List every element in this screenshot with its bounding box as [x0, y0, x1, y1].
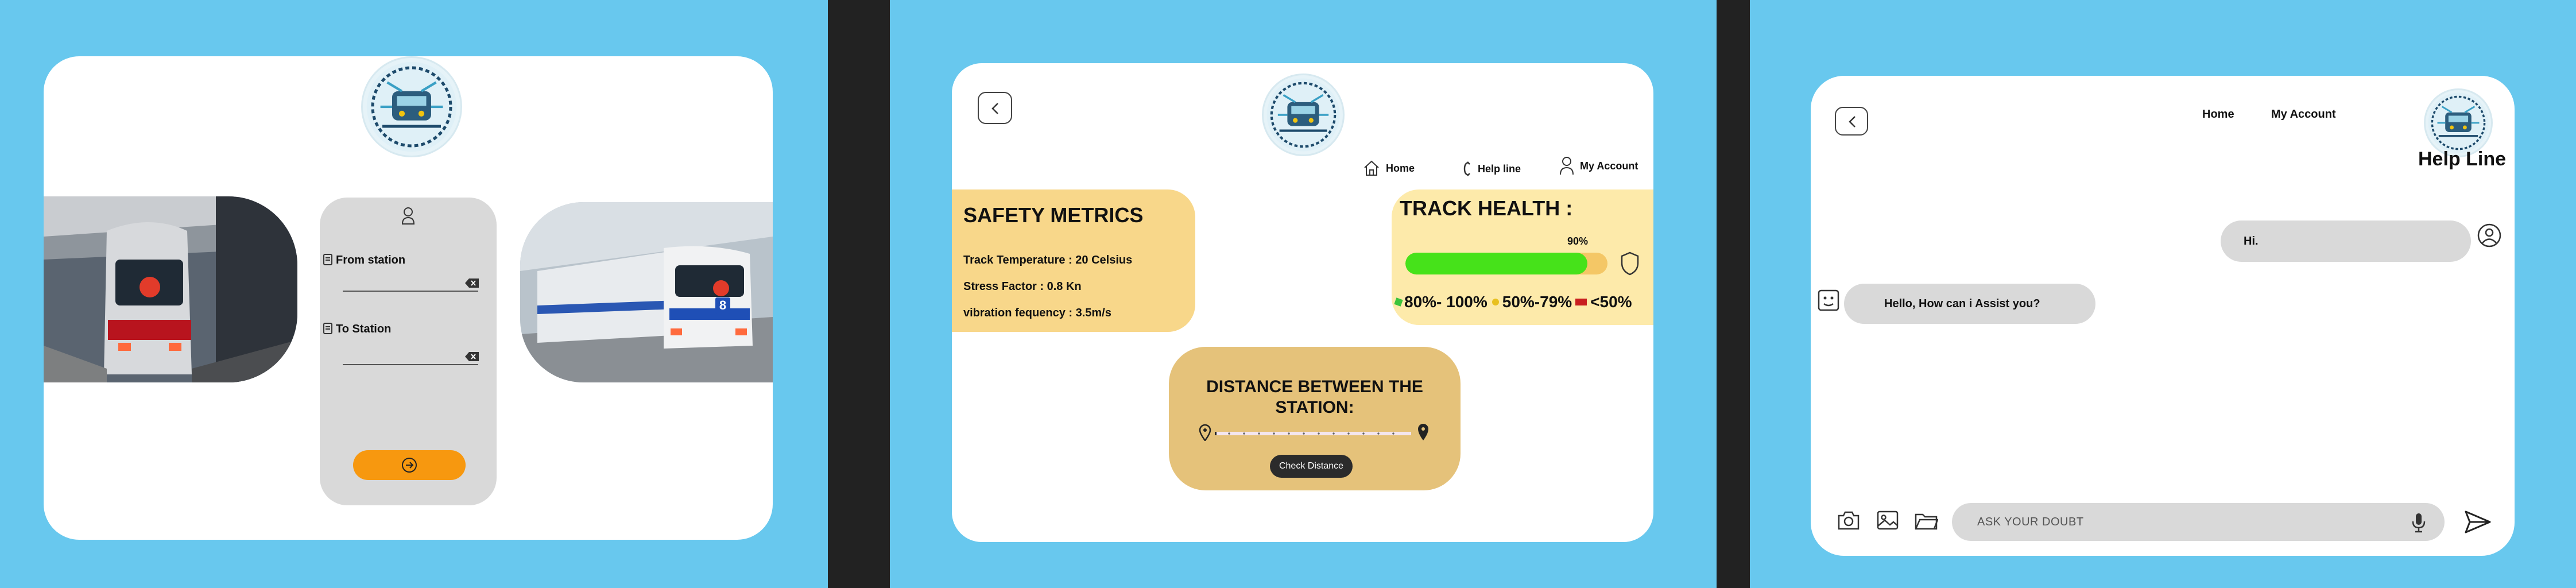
shield-icon — [1621, 252, 1639, 276]
app-logo — [361, 56, 462, 157]
legend-label-good: 80%- 100% — [1404, 293, 1488, 311]
distance-track-dots — [1222, 432, 1405, 435]
app-logo — [1262, 74, 1345, 156]
nav-account-label: My Account — [1580, 160, 1638, 172]
user-icon — [401, 207, 415, 225]
document-icon — [323, 254, 332, 265]
screen-route-selection: From station To Station 8 — [44, 56, 773, 540]
track-health-percent: 90% — [1567, 235, 1589, 247]
user-avatar-icon — [2477, 223, 2501, 247]
page-title: Help Line — [2418, 148, 2507, 170]
legend-label-medium: 50%-79% — [1502, 293, 1572, 311]
from-station-label: From station — [336, 254, 406, 266]
image-icon[interactable] — [1876, 510, 1899, 531]
safety-metrics-title: SAFETY METRICS — [963, 203, 1144, 227]
legend-label-poor: <50% — [1590, 293, 1632, 311]
back-button[interactable] — [978, 92, 1012, 124]
location-pin-icon — [1418, 424, 1428, 440]
nav-home[interactable]: Home — [1363, 160, 1415, 177]
metric-stress-factor: Stress Factor : 0.8 Kn — [963, 280, 1082, 293]
user-message-text: Hi. — [2244, 234, 2259, 247]
nav-home-label: Home — [1386, 162, 1415, 174]
check-distance-button[interactable]: Check Distance — [1270, 455, 1353, 478]
track-health-progress-fill — [1405, 253, 1587, 274]
app-logo — [2424, 88, 2493, 157]
backspace-icon[interactable] — [464, 278, 479, 288]
track-health-legend: 80%- 100% 50%-79% <50% — [1394, 293, 1632, 311]
submit-button[interactable] — [353, 450, 466, 480]
safety-metrics-card: SAFETY METRICS Track Temperature : 20 Ce… — [952, 189, 1195, 332]
folder-icon[interactable] — [1914, 511, 1938, 531]
from-station-input[interactable] — [343, 291, 478, 292]
track-health-title: TRACK HEALTH : — [1400, 196, 1573, 220]
nav-account[interactable]: My Account — [1559, 156, 1638, 176]
user-message-bubble: Hi. — [2221, 220, 2471, 262]
back-arrow-icon — [991, 103, 998, 114]
microphone-icon[interactable] — [2411, 512, 2426, 533]
home-icon — [1364, 160, 1379, 176]
canvas: From station To Station 8 Home Help line… — [0, 0, 2576, 588]
divider-left — [828, 0, 890, 588]
back-arrow-icon — [1849, 116, 1856, 127]
distance-title: DISTANCE BETWEEN THE STATION: — [1206, 377, 1423, 417]
back-button[interactable] — [1835, 107, 1868, 136]
to-station-input[interactable] — [343, 364, 478, 365]
metro-train-photo-left — [44, 196, 297, 382]
line-number-badge: 8 — [715, 297, 730, 314]
track-health-card: TRACK HEALTH : 90% 80%- 100% 50%-79% <50… — [1392, 189, 1653, 325]
location-pin-icon — [1199, 424, 1211, 441]
nav-home[interactable]: Home — [2202, 108, 2234, 121]
metric-vibration-frequency: vibration fequency : 3.5m/s — [963, 307, 1111, 319]
chat-input[interactable]: ASK YOUR DOUBT — [1952, 503, 2445, 541]
legend-swatch-poor — [1575, 299, 1587, 305]
phone-icon — [1463, 161, 1470, 176]
arrow-right-circle-icon — [402, 458, 417, 473]
send-icon[interactable] — [2464, 510, 2492, 534]
user-icon — [1560, 157, 1574, 175]
screen-helpline-chat: Home My Account Help Line Hi. Hello, How… — [1811, 76, 2515, 556]
nav-helpline[interactable]: Help line — [1462, 161, 1521, 177]
legend-swatch-medium — [1492, 299, 1499, 305]
track-health-progress — [1405, 253, 1607, 274]
distance-card: DISTANCE BETWEEN THE STATION: Check Dist… — [1169, 347, 1461, 490]
metro-train-photo-right: 8 — [520, 202, 773, 382]
backspace-icon[interactable] — [464, 351, 479, 362]
document-icon — [323, 323, 332, 334]
bot-face-icon — [1818, 289, 1839, 311]
bot-message-bubble: Hello, How can i Assist you? — [1844, 284, 2095, 324]
camera-icon[interactable] — [1837, 510, 1860, 531]
to-station-label: To Station — [336, 323, 392, 335]
legend-swatch-good — [1394, 297, 1403, 307]
route-form-card: From station To Station — [320, 198, 497, 505]
bot-message-text: Hello, How can i Assist you? — [1884, 297, 2040, 310]
metric-track-temperature: Track Temperature : 20 Celsius — [963, 254, 1133, 266]
chat-input-placeholder: ASK YOUR DOUBT — [1977, 516, 2084, 528]
divider-right — [1717, 0, 1750, 588]
screen-track-metrics: Home Help line My Account SAFETY METRICS… — [952, 63, 1653, 542]
nav-helpline-label: Help line — [1478, 163, 1521, 175]
nav-account[interactable]: My Account — [2271, 108, 2336, 121]
